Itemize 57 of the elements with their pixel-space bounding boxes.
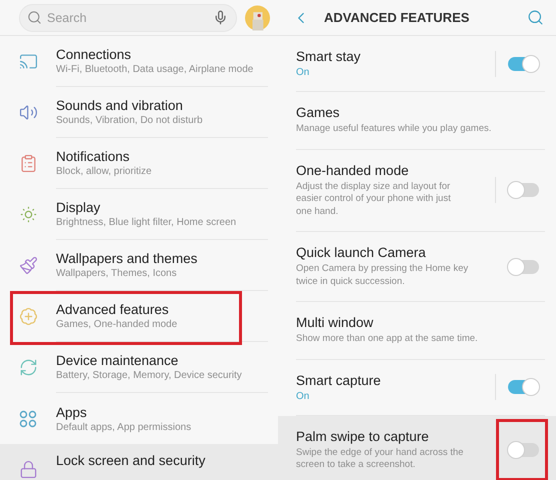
row-summary: Open Camera by pressing the Home key twice in quick succession.: [296, 263, 470, 288]
item-summary: Block, allow, prioritize: [56, 166, 152, 177]
feature-row[interactable]: Smart stay On: [278, 36, 556, 92]
item-title: Sounds and vibration: [56, 98, 183, 113]
row-title: Quick launch Camera: [296, 245, 426, 260]
search-icon: [27, 10, 42, 24]
item-title: Wallpapers and themes: [56, 251, 198, 266]
status-text: On: [296, 390, 310, 402]
item-summary: Default apps, App permissions: [56, 422, 192, 432]
row-summary: Adjust the display size and layout for easier control of your phone with just one hand.: [296, 180, 452, 218]
item-summary: Battery, Storage, Memory, Device security: [56, 370, 242, 381]
row-title: Smart capture: [296, 372, 381, 388]
status-text: On: [296, 67, 310, 78]
toggle-switch[interactable]: [508, 443, 539, 457]
item-title: Lock screen and security: [56, 453, 206, 468]
feature-row[interactable]: One-handed mode Adjust the display size and layout for easier control of your phone with just one hand.: [278, 150, 556, 232]
feature-row[interactable]: Games Manage useful features while you play games.: [278, 92, 556, 150]
toggle-switch[interactable]: [508, 183, 539, 198]
toggle-switch[interactable]: [508, 260, 539, 274]
item-summary: Games, One-handed mode: [56, 319, 178, 330]
settings-item[interactable]: Notifications Block, allow, prioritize: [0, 138, 278, 189]
settings-item[interactable]: Display Brightness, Blue light filter, Home screen: [0, 189, 278, 240]
item-title: Connections: [56, 47, 132, 62]
settings-item[interactable]: Apps Default apps, App permissions: [0, 393, 278, 444]
item-title: Advanced features: [56, 302, 169, 317]
toggle-switch[interactable]: [508, 380, 539, 394]
row-summary: Swipe the edge of your hand across the screen to take a screenshot.: [296, 446, 464, 472]
row-summary: Manage useful features while you play games.: [296, 123, 492, 136]
row-title: Smart stay: [296, 49, 361, 64]
feature-row[interactable]: Palm swipe to capture Swipe the edge of your hand across the screen to take a screenshot.: [278, 416, 556, 480]
item-summary: Wallpapers, Themes, Icons: [56, 268, 177, 279]
toggle-switch[interactable]: [508, 56, 539, 70]
avatar-icon[interactable]: [245, 2, 270, 32]
row-title: Multi window: [296, 315, 374, 330]
item-title: Apps: [56, 404, 87, 420]
search-field[interactable]: Search: [19, 4, 237, 32]
row-summary: Show more than one app at the same time.: [296, 333, 479, 346]
feature-row[interactable]: Quick launch Camera Open Camera by pressing the Home key twice in quick succession.: [278, 232, 556, 302]
search-icon[interactable]: [527, 9, 544, 26]
row-title: Palm swipe to capture: [296, 428, 429, 444]
row-title: One-handed mode: [296, 162, 409, 178]
settings-item[interactable]: Advanced features Games, One-handed mode: [0, 291, 278, 342]
item-summary: Wi-Fi, Bluetooth, Data usage, Airplane mode: [56, 64, 254, 75]
feature-row[interactable]: Multi window Show more than one app at the same time.: [278, 302, 556, 360]
microphone-icon[interactable]: [213, 10, 228, 24]
item-title: Device maintenance: [56, 353, 178, 368]
settings-item[interactable]: Sounds and vibration Sounds, Vibration, Do not disturb: [0, 87, 278, 138]
settings-item[interactable]: Connections Wi-Fi, Bluetooth, Data usage, Airplane mode: [0, 36, 278, 87]
settings-item[interactable]: Lock screen and security: [0, 444, 278, 480]
item-title: Display: [56, 200, 100, 215]
item-summary: Sounds, Vibration, Do not disturb: [56, 115, 203, 126]
row-title: Games: [296, 105, 340, 120]
settings-item[interactable]: Device maintenance Battery, Storage, Memory, Device security: [0, 342, 278, 393]
screen-title: ADVANCED FEATURES: [324, 10, 470, 25]
item-summary: Brightness, Blue light filter, Home screen: [56, 217, 236, 228]
item-title: Notifications: [56, 149, 130, 164]
settings-item[interactable]: Wallpapers and themes Wallpapers, Themes, Icons: [0, 240, 278, 291]
